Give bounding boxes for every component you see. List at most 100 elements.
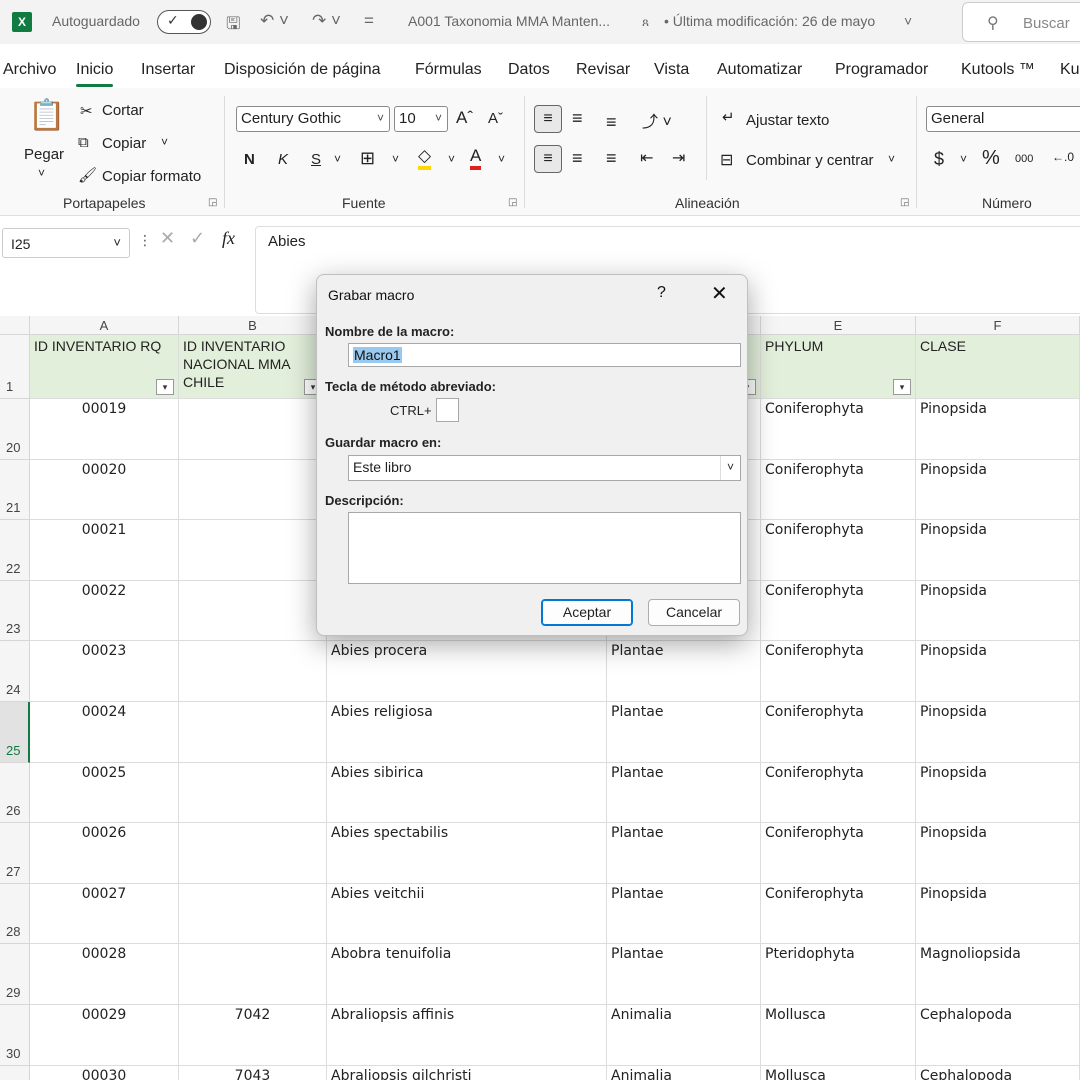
tab-datos[interactable]: Datos [508,61,550,79]
cell-e[interactable]: Coniferophyta [761,520,916,581]
cell-f[interactable]: Pinopsida [916,399,1080,460]
row-header[interactable]: 29 [0,944,30,1005]
cell-e[interactable]: Coniferophyta [761,641,916,702]
currency-button[interactable]: $ [934,149,944,170]
thousands-button[interactable]: 000 [1015,153,1033,165]
column-header-f[interactable]: F [916,316,1080,335]
name-box[interactable]: I25 ˅ [2,228,130,258]
decrease-font-icon[interactable]: Aˇ [488,110,503,127]
align-middle-icon[interactable]: ≡ [572,108,583,129]
cell-e[interactable]: Coniferophyta [761,763,916,823]
cell-e[interactable]: Coniferophyta [761,884,916,944]
number-format-select[interactable]: General [926,106,1080,132]
close-icon[interactable]: ✕ [711,281,728,306]
cell-e[interactable]: Coniferophyta [761,581,916,641]
cell-b[interactable]: 7042 [179,1005,327,1066]
cell-d[interactable]: Animalia [607,1005,761,1066]
cell-b[interactable] [179,823,327,884]
row-header[interactable]: 20 [0,399,30,460]
row-header[interactable]: 28 [0,884,30,944]
ok-button[interactable]: Aceptar [541,599,633,626]
cell-f[interactable]: Cephalopoda [916,1066,1080,1080]
fill-chevron-icon[interactable]: ˅ [448,152,455,166]
cell-f[interactable]: Pinopsida [916,884,1080,944]
cell-a[interactable]: 00025 [30,763,179,823]
cell-a[interactable]: 00028 [30,944,179,1005]
tab-kutools-plus[interactable]: Ku [1060,61,1080,79]
font-size-select[interactable]: 10 ˅ [394,106,448,132]
cell-e[interactable]: Coniferophyta [761,823,916,884]
font-launcher-icon[interactable]: ◲ [508,197,517,208]
currency-chevron-icon[interactable]: ˅ [960,152,967,166]
cell-e[interactable]: Coniferophyta [761,702,916,763]
paste-icon[interactable]: 📋 [28,98,65,133]
cell-a[interactable]: 00024 [30,702,179,763]
cancel-button[interactable]: Cancelar [648,599,740,626]
cell-b[interactable] [179,581,327,641]
increase-decimal-icon[interactable]: ←.0 [1052,150,1074,164]
cell-b[interactable] [179,763,327,823]
tab-insertar[interactable]: Insertar [141,61,195,79]
chevron-down-icon[interactable]: ˅ [904,13,912,29]
italic-button[interactable]: K [278,151,288,168]
font-color-chevron-icon[interactable]: ˅ [498,152,505,166]
file-name[interactable]: A001 Taxonomia MMA Manten... [408,13,610,29]
paste-chevron-icon[interactable]: ˅ [38,166,45,180]
store-in-select[interactable]: Este libro ˅ [348,455,741,481]
cell-a[interactable]: 00020 [30,460,179,520]
wrap-text-button[interactable]: Ajustar texto [746,112,829,129]
merge-center-button[interactable]: Combinar y centrar [746,152,874,169]
fill-color-icon[interactable]: ◇ [418,146,432,170]
alignment-launcher-icon[interactable]: ◲ [900,197,909,208]
row-header[interactable]: 25 [0,702,30,763]
row-header[interactable]: 21 [0,460,30,520]
autosave-toggle[interactable]: ✓ [157,10,211,34]
column-header-e[interactable]: E [761,316,916,335]
filter-dropdown-icon[interactable]: ▾ [156,379,174,395]
redo-icon[interactable]: ↷ ˅ [312,11,341,31]
row-header[interactable]: 23 [0,581,30,641]
more-options-icon[interactable]: ⋮ [138,232,152,249]
tab-vista[interactable]: Vista [654,61,689,79]
cell-f[interactable]: Pinopsida [916,520,1080,581]
merge-icon[interactable]: ⊟ [720,150,733,170]
cell-b[interactable] [179,399,327,460]
cell-d[interactable]: Plantae [607,763,761,823]
cell-d[interactable]: Plantae [607,884,761,944]
tab-formulas[interactable]: Fórmulas [415,61,482,79]
copy-chevron-icon[interactable]: ˅ [161,135,168,149]
macro-name-input[interactable]: Macro1 [348,343,741,367]
cut-button[interactable]: Cortar [102,102,144,119]
cell-a[interactable]: 00022 [30,581,179,641]
cell-f[interactable]: Cephalopoda [916,1005,1080,1066]
format-painter-button[interactable]: Copiar formato [102,168,201,185]
customize-qat-icon[interactable]: = [364,11,374,31]
tab-disposicion[interactable]: Disposición de página [224,61,381,79]
clipboard-launcher-icon[interactable]: ◲ [208,197,217,208]
cell-c[interactable]: Abies religiosa [327,702,607,763]
cell-b[interactable] [179,460,327,520]
row-header[interactable] [0,1066,30,1080]
cell-c[interactable]: Abobra tenuifolia [327,944,607,1005]
cut-icon[interactable]: ✂ [80,102,93,120]
shortcut-key-input[interactable] [436,398,459,422]
borders-icon[interactable]: ⊞ [360,148,375,169]
cell-a[interactable]: 00026 [30,823,179,884]
cell-a[interactable]: 00021 [30,520,179,581]
paste-button[interactable]: Pegar [24,146,64,163]
save-icon[interactable]: 🖫 [226,11,240,40]
cell-e[interactable]: Coniferophyta [761,399,916,460]
cell-a[interactable]: 00019 [30,399,179,460]
last-modified[interactable]: • Última modificación: 26 de mayo [664,13,875,29]
cell-c[interactable]: Abies veitchii [327,884,607,944]
confirm-entry-icon[interactable]: ✓ [190,228,205,249]
cell-c[interactable]: Abraliopsis affinis [327,1005,607,1066]
merge-chevron-icon[interactable]: ˅ [888,152,895,166]
tab-inicio[interactable]: Inicio [76,61,114,87]
help-icon[interactable]: ? [657,284,666,302]
header-cell-a[interactable]: ID INVENTARIO RQ ▾ [30,335,179,399]
row-header[interactable]: 22 [0,520,30,581]
header-cell-e[interactable]: PHYLUM ▾ [761,335,916,399]
cell-b[interactable] [179,944,327,1005]
borders-chevron-icon[interactable]: ˅ [392,152,399,166]
